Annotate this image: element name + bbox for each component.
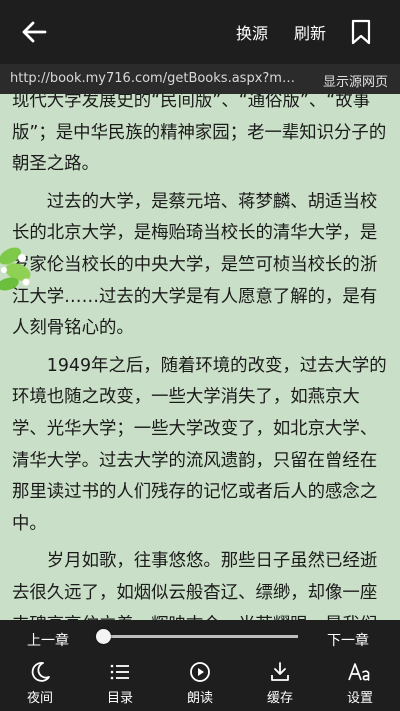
moon-icon xyxy=(31,662,50,682)
paragraph: 过去的大学，是蔡元培、蒋梦麟、胡适当校长的北京大学，是梅贻琦当校长的清华大学，是… xyxy=(12,191,378,339)
reading-page[interactable]: 现代大学发展史的“民间版”、“通俗版”、“故事版”；是中华民族的精神家园；老一辈… xyxy=(0,94,400,620)
floating-leaf-icon[interactable] xyxy=(0,242,36,296)
paragraph: 现代大学发展史的“民间版”、“通俗版”、“故事版”；是中华民族的精神家园；老一辈… xyxy=(12,94,387,175)
bookmark-icon[interactable] xyxy=(350,19,372,45)
font-settings-icon xyxy=(348,663,370,681)
read-aloud-button[interactable]: 朗读 xyxy=(170,660,230,708)
table-of-contents-label: 目录 xyxy=(106,691,133,706)
next-chapter-button[interactable]: 下一章 xyxy=(327,630,369,650)
download-icon xyxy=(271,662,289,681)
read-aloud-label: 朗读 xyxy=(186,691,213,706)
change-source-button[interactable]: 换源 xyxy=(236,20,268,44)
source-url: http://book.my716.com/getBooks.aspx?m… xyxy=(10,71,295,86)
slider-thumb[interactable] xyxy=(96,629,111,644)
show-source-page-button[interactable]: 显示源网页 xyxy=(323,71,388,90)
paragraph: 岁月如歌，往事悠悠。那些日子虽然已经逝去很久远了，如烟似云般杳辽、缥缈，却像一座… xyxy=(12,551,378,620)
refresh-button[interactable]: 刷新 xyxy=(294,20,326,44)
top-toolbar: 换源 刷新 xyxy=(0,0,400,64)
settings-button[interactable]: 设置 xyxy=(330,660,390,708)
settings-label: 设置 xyxy=(346,691,373,706)
play-circle-icon xyxy=(190,662,210,682)
table-of-contents-button[interactable]: 目录 xyxy=(90,660,150,708)
reader-controls: 上一章 下一章 夜间 目录 朗读 缓存 设置 xyxy=(0,620,400,711)
list-icon xyxy=(110,664,129,680)
night-mode-label: 夜间 xyxy=(26,691,53,706)
chapter-progress-slider[interactable] xyxy=(96,629,298,644)
night-mode-button[interactable]: 夜间 xyxy=(10,660,70,708)
previous-chapter-button[interactable]: 上一章 xyxy=(27,630,69,650)
cache-download-button[interactable]: 缓存 xyxy=(250,660,310,708)
back-arrow-icon[interactable] xyxy=(20,18,48,46)
source-url-bar: http://book.my716.com/getBooks.aspx?m… 显… xyxy=(0,64,400,94)
paragraph: 1949年之后，随着环境的改变，过去大学的环境也随之改变，一些大学消失了，如燕京… xyxy=(12,355,387,534)
cache-download-label: 缓存 xyxy=(266,691,293,706)
chapter-text: 现代大学发展史的“民间版”、“通俗版”、“故事版”；是中华民族的精神家园；老一辈… xyxy=(12,94,388,620)
